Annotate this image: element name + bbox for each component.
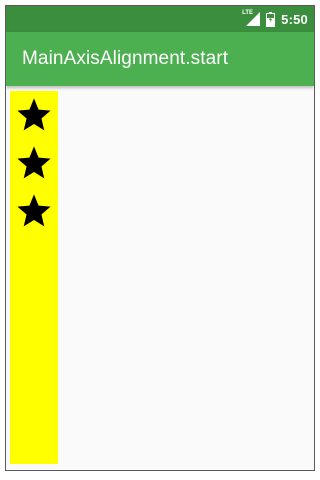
body-area <box>6 86 314 470</box>
status-icons: LTE 5:50 <box>242 6 308 32</box>
status-bar: LTE 5:50 <box>6 6 314 32</box>
app-bar-title: MainAxisAlignment.start <box>22 48 229 69</box>
app-bar: MainAxisAlignment.start <box>6 32 314 86</box>
star-icon <box>10 187 58 235</box>
cell-signal-icon: LTE <box>242 10 261 26</box>
star-icon <box>10 139 58 187</box>
battery-icon <box>266 11 276 27</box>
yellow-column <box>10 91 58 464</box>
device-frame: LTE 5:50 MainAxisAlignment.start <box>5 5 315 471</box>
star-icon <box>10 91 58 139</box>
clock: 5:50 <box>281 11 308 27</box>
network-type-label: LTE <box>242 10 254 16</box>
